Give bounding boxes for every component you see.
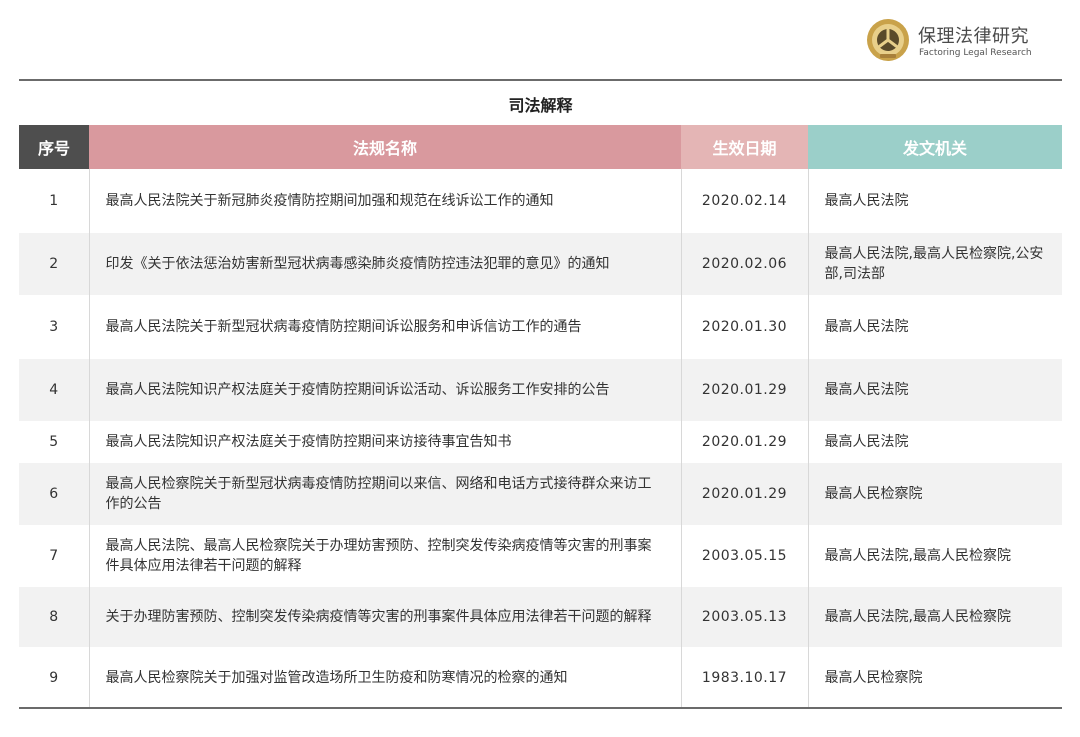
row-name: 关于办理防害预防、控制突发传染病疫情等灾害的刑事案件具体应用法律若干问题的解释	[89, 587, 682, 647]
row-name: 最高人民检察院关于加强对监管改造场所卫生防疫和防寒情况的检察的通知	[89, 647, 682, 709]
row-name: 印发《关于依法惩治妨害新型冠状病毒感染肺炎疫情防控违法犯罪的意见》的通知	[89, 233, 682, 295]
table-row: 9 最高人民检察院关于加强对监管改造场所卫生防疫和防寒情况的检察的通知 1983…	[19, 647, 1062, 709]
row-date: 2020.01.29	[681, 421, 809, 463]
header-name: 法规名称	[89, 125, 681, 169]
row-org: 最高人民法院	[808, 421, 1062, 463]
row-org: 最高人民检察院	[808, 647, 1062, 709]
row-no: 6	[19, 463, 90, 525]
row-date: 1983.10.17	[681, 647, 809, 709]
row-name: 最高人民法院知识产权法庭关于疫情防控期间诉讼活动、诉讼服务工作安排的公告	[89, 359, 682, 421]
table-row: 4 最高人民法院知识产权法庭关于疫情防控期间诉讼活动、诉讼服务工作安排的公告 2…	[19, 359, 1062, 421]
header-org: 发文机关	[808, 125, 1062, 169]
brand-name-en: Factoring Legal Research	[919, 48, 1032, 58]
row-no: 4	[19, 359, 90, 421]
row-org: 最高人民法院,最高人民检察院,公安部,司法部	[808, 233, 1062, 295]
regulations-table: 序号 法规名称 生效日期 发文机关 1 最高人民法院关于新冠肺炎疫情防控期间加强…	[19, 125, 1062, 709]
row-date: 2020.02.06	[681, 233, 809, 295]
row-date: 2003.05.15	[681, 525, 809, 587]
row-name: 最高人民法院关于新冠肺炎疫情防控期间加强和规范在线诉讼工作的通知	[89, 169, 682, 233]
table-header-row: 序号 法规名称 生效日期 发文机关	[19, 125, 1062, 169]
row-name: 最高人民法院关于新型冠状病毒疫情防控期间诉讼服务和申诉信访工作的通告	[89, 295, 682, 359]
header-no: 序号	[19, 125, 89, 169]
row-name: 最高人民法院知识产权法庭关于疫情防控期间来访接待事宜告知书	[89, 421, 682, 463]
table-row: 7 最高人民法院、最高人民检察院关于办理妨害预防、控制突发传染病疫情等灾害的刑事…	[19, 525, 1062, 587]
factoring-logo-icon	[867, 19, 909, 61]
row-no: 1	[19, 169, 90, 233]
row-no: 3	[19, 295, 90, 359]
row-no: 8	[19, 587, 90, 647]
table-row: 2 印发《关于依法惩治妨害新型冠状病毒感染肺炎疫情防控违法犯罪的意见》的通知 2…	[19, 233, 1062, 295]
brand-logo: 保理法律研究 Factoring Legal Research	[866, 18, 1066, 66]
row-org: 最高人民法院	[808, 169, 1062, 233]
row-date: 2020.01.29	[681, 359, 809, 421]
row-no: 2	[19, 233, 90, 295]
row-date: 2020.01.30	[681, 295, 809, 359]
table-row: 6 最高人民检察院关于新型冠状病毒疫情防控期间以来信、网络和电话方式接待群众来访…	[19, 463, 1062, 525]
table-row: 3 最高人民法院关于新型冠状病毒疫情防控期间诉讼服务和申诉信访工作的通告 202…	[19, 295, 1062, 359]
row-date: 2020.01.29	[681, 463, 809, 525]
row-name: 最高人民法院、最高人民检察院关于办理妨害预防、控制突发传染病疫情等灾害的刑事案件…	[89, 525, 682, 587]
row-org: 最高人民法院,最高人民检察院	[808, 587, 1062, 647]
row-org: 最高人民法院,最高人民检察院	[808, 525, 1062, 587]
header-date: 生效日期	[681, 125, 808, 169]
bottom-divider	[19, 707, 1062, 709]
row-no: 5	[19, 421, 90, 463]
brand-name-cn: 保理法律研究	[918, 26, 1029, 47]
row-no: 7	[19, 525, 90, 587]
table-title: 司法解释	[508, 96, 573, 115]
row-org: 最高人民法院	[808, 295, 1062, 359]
table-row: 8 关于办理防害预防、控制突发传染病疫情等灾害的刑事案件具体应用法律若干问题的解…	[19, 587, 1062, 647]
row-no: 9	[19, 647, 90, 709]
row-date: 2020.02.14	[681, 169, 809, 233]
table-row: 5 最高人民法院知识产权法庭关于疫情防控期间来访接待事宜告知书 2020.01.…	[19, 421, 1062, 463]
table-row: 1 最高人民法院关于新冠肺炎疫情防控期间加强和规范在线诉讼工作的通知 2020.…	[19, 169, 1062, 233]
row-org: 最高人民检察院	[808, 463, 1062, 525]
row-name: 最高人民检察院关于新型冠状病毒疫情防控期间以来信、网络和电话方式接待群众来访工作…	[89, 463, 682, 525]
top-divider	[19, 79, 1062, 81]
row-org: 最高人民法院	[808, 359, 1062, 421]
row-date: 2003.05.13	[681, 587, 809, 647]
